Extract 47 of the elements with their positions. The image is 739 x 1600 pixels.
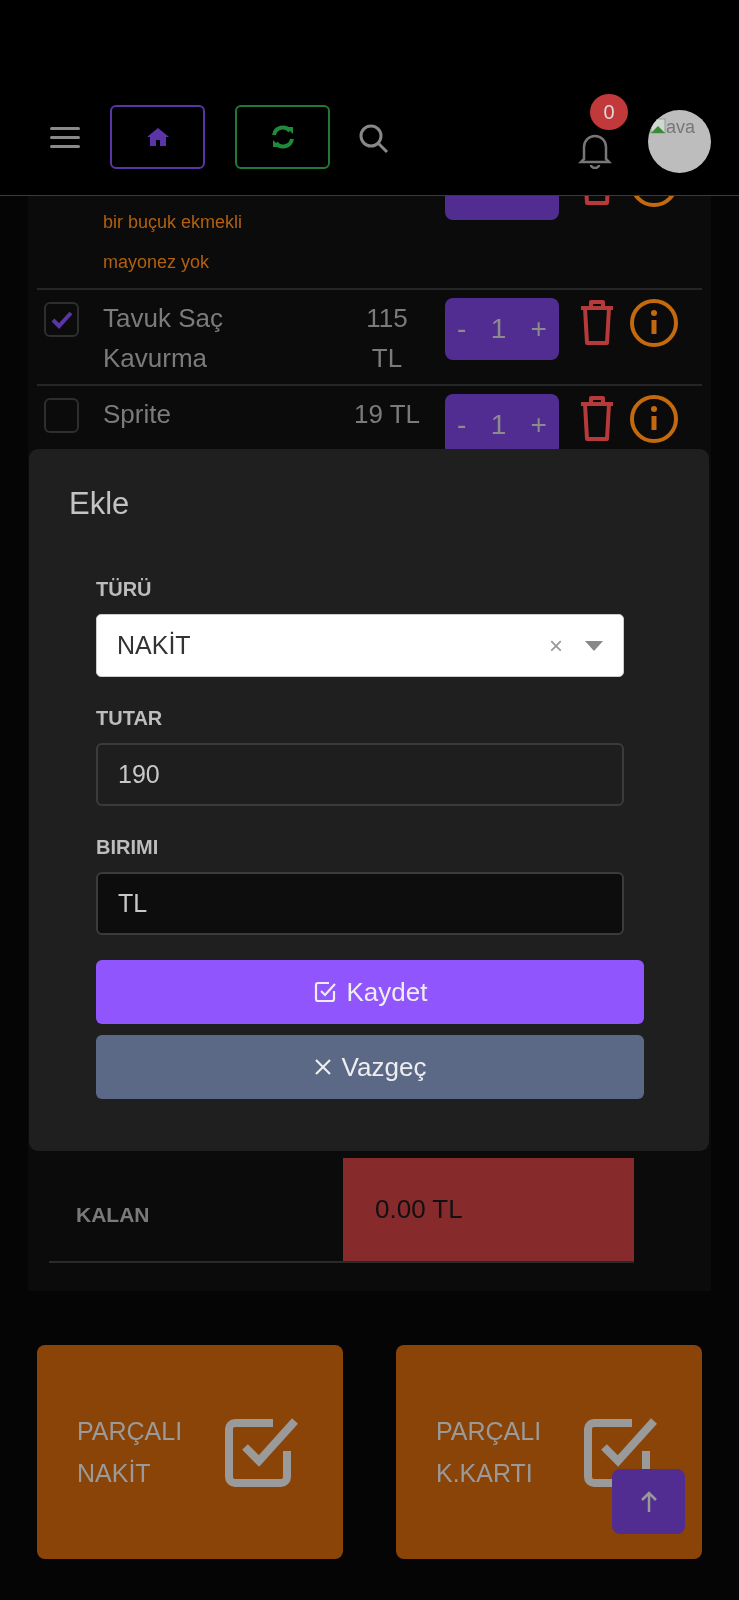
menu-icon[interactable] — [50, 127, 80, 149]
quantity-stepper[interactable]: - 1 + — [445, 298, 559, 360]
arrow-up-icon — [639, 1489, 658, 1514]
caret-icon — [585, 640, 603, 651]
field-label: TUTAR — [96, 706, 164, 732]
field-label: BIRIMI — [96, 835, 160, 861]
check-square-icon — [312, 980, 337, 1005]
field-label: TÜRÜ — [96, 577, 153, 603]
refresh-icon — [269, 124, 296, 150]
search-icon — [358, 123, 390, 155]
plus-button[interactable]: + — [530, 411, 547, 439]
item-price: 19 TL — [353, 398, 421, 431]
avatar-alt-text: ava — [666, 118, 696, 136]
item-note: bir buçuk ekmekli — [103, 211, 244, 234]
item-name: Sprite — [103, 398, 172, 431]
select-field[interactable]: NAKİT × — [96, 614, 624, 678]
notification-badge: 0 — [590, 94, 628, 130]
save-button[interactable]: Kaydet — [96, 960, 644, 1025]
input-field[interactable]: 190 — [96, 743, 624, 807]
clear-button[interactable]: × — [549, 627, 563, 664]
close-icon — [313, 1058, 332, 1077]
checkbox[interactable] — [44, 302, 79, 337]
modal-title: Ekle — [69, 485, 131, 523]
refresh-button[interactable] — [235, 105, 330, 169]
remaining-value: 0.00 TL — [343, 1158, 634, 1261]
payment-button[interactable]: PARÇALI K.KARTI — [396, 1345, 702, 1559]
search-button[interactable] — [358, 123, 390, 155]
input-field[interactable]: TL — [96, 872, 624, 936]
quantity-value: 1 — [490, 411, 507, 439]
plus-button[interactable]: + — [530, 315, 547, 343]
broken-image-icon — [650, 118, 666, 134]
item-name: Tavuk Saç Kavurma — [103, 302, 224, 375]
checkmark-icon — [50, 310, 73, 329]
minus-button[interactable]: - — [457, 411, 467, 439]
home-icon — [145, 127, 170, 147]
checkbox[interactable] — [44, 398, 79, 433]
item-price: 115 TL — [365, 302, 409, 375]
payment-button[interactable]: PARÇALI NAKİT — [37, 1345, 343, 1559]
info-icon[interactable] — [629, 394, 679, 444]
remaining-label: KALAN — [75, 1201, 151, 1228]
minus-button[interactable]: - — [457, 315, 467, 343]
avatar[interactable]: ava — [648, 110, 711, 173]
home-button[interactable] — [110, 105, 205, 169]
item-note: mayonez yok — [103, 251, 211, 274]
cancel-button[interactable]: Vazgeç — [96, 1035, 644, 1100]
info-icon[interactable] — [629, 298, 679, 348]
quantity-value: 1 — [490, 315, 507, 343]
